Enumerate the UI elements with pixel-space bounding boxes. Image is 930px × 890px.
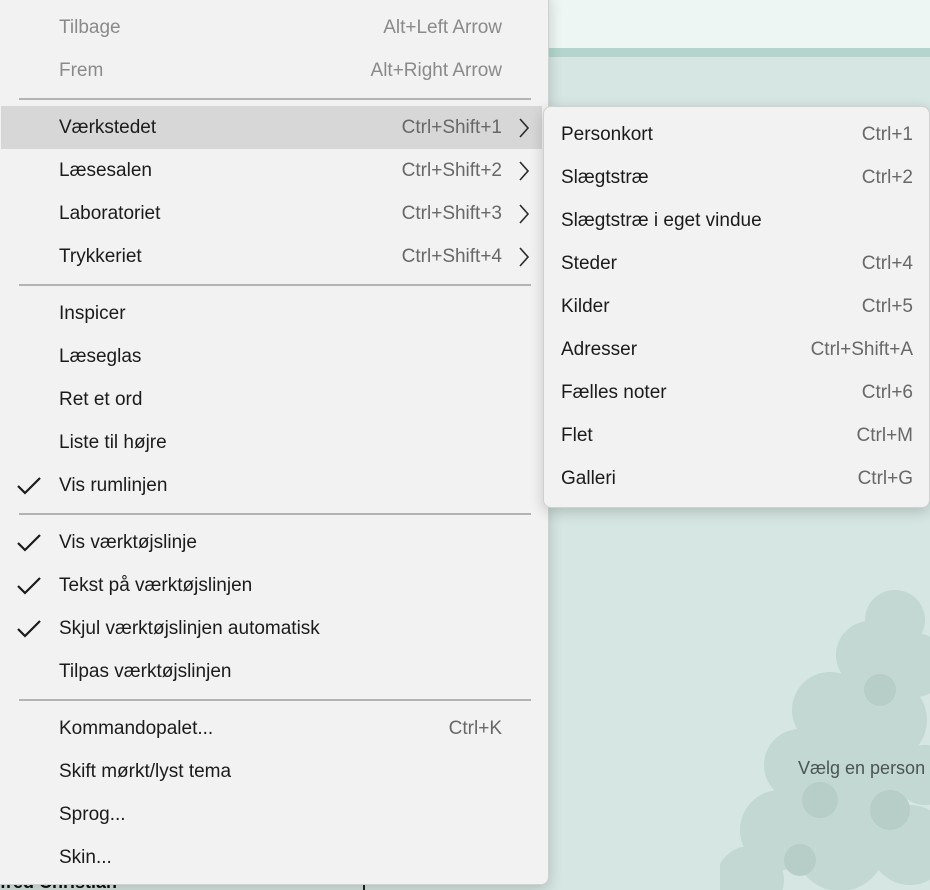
empty-selection-hint: Vælg en person [798,758,926,778]
checkmark-icon [17,477,41,495]
menu-item-label: Galleri [561,467,616,489]
menu-item-show-space-line[interactable]: Vis rumlinjen [1,464,542,507]
menu-item-list-right[interactable]: Liste til højre [1,421,542,464]
chevron-right-icon [519,204,530,224]
menu-item-shortcut: Ctrl+5 [861,295,913,317]
menu-item-label: Ret et ord [59,388,143,410]
menu-item-shortcut: Ctrl+M [856,424,913,446]
menu-item-label: Steder [561,252,617,274]
submenu-item-person-card[interactable]: Personkort Ctrl+1 [545,113,929,156]
menu-item-label: Læsesalen [59,159,152,181]
menu-item-inspect[interactable]: Inspicer [1,292,542,335]
menu-item-label: Inspicer [59,302,126,324]
menu-item-label: Skift mørkt/lyst tema [59,760,232,782]
menu-item-label: Adresser [561,338,638,360]
menu-item-customize-toolbar[interactable]: Tilpas værktøjslinjen [1,650,542,693]
menu-item-toggle-theme[interactable]: Skift mørkt/lyst tema [1,750,542,793]
workshop-submenu: Personkort Ctrl+1 Slægtstræ Ctrl+2 Slægt… [543,106,930,508]
menu-item-shortcut: Ctrl+Shift+1 [401,116,502,138]
menu-item-language[interactable]: Sprog... [1,793,542,836]
chevron-right-icon [519,118,530,138]
menu-item-label: Tilbage [59,16,121,38]
menu-item-shortcut: Ctrl+Shift+2 [401,159,502,181]
menu-item-label: Liste til højre [59,431,167,453]
menu-item-shortcut: Ctrl+Shift+A [810,338,913,360]
checkmark-icon [17,620,41,638]
submenu-item-family-tree[interactable]: Slægtstræ Ctrl+2 [545,156,929,199]
menu-item-workshop[interactable]: Værkstedet Ctrl+Shift+1 [1,106,542,149]
menu-item-label: Tekst på værktøjslinjen [59,574,253,596]
checkmark-icon [17,534,41,552]
menu-item-label: Kilder [561,295,610,317]
submenu-item-merge[interactable]: Flet Ctrl+M [545,414,929,457]
menu-item-autohide-toolbar[interactable]: Skjul værktøjslinjen automatisk [1,607,542,650]
view-menu: Tilbage Alt+Left Arrow Frem Alt+Right Ar… [0,0,549,885]
menu-item-skin[interactable]: Skin... [1,836,542,879]
submenu-item-family-tree-window[interactable]: Slægtstræ i eget vindue [545,199,929,242]
menu-item-label: Skjul værktøjslinjen automatisk [59,617,320,639]
menu-separator [19,98,531,100]
menu-item-shortcut: Ctrl+6 [861,381,913,403]
menu-item-shortcut: Ctrl+Shift+3 [401,202,502,224]
menu-separator [19,513,531,515]
menu-item-label: Slægtstræ i eget vindue [561,209,762,231]
chevron-right-icon [519,161,530,181]
menu-item-label: Flet [561,424,593,446]
menu-item-shortcut: Ctrl+1 [861,123,913,145]
menu-item-back[interactable]: Tilbage Alt+Left Arrow [1,6,542,49]
menu-item-show-toolbar[interactable]: Vis værktøjslinje [1,521,542,564]
submenu-item-shared-notes[interactable]: Fælles noter Ctrl+6 [545,371,929,414]
submenu-item-sources[interactable]: Kilder Ctrl+5 [545,285,929,328]
menu-item-label: Tilpas værktøjslinjen [59,660,232,682]
submenu-item-gallery[interactable]: Galleri Ctrl+G [545,457,929,500]
menu-item-label: Frem [59,59,104,81]
menu-item-toolbar-text[interactable]: Tekst på værktøjslinjen [1,564,542,607]
menu-item-label: Skin... [59,846,112,868]
menu-item-label: Laboratoriet [59,202,161,224]
menu-item-laboratory[interactable]: Laboratoriet Ctrl+Shift+3 [1,192,542,235]
menu-item-label: Læseglas [59,345,142,367]
menu-item-shortcut: Alt+Left Arrow [383,16,502,38]
menu-item-shortcut: Ctrl+2 [861,166,913,188]
menu-separator [19,284,531,286]
menu-item-magnifier[interactable]: Læseglas [1,335,542,378]
menu-item-shortcut: Ctrl+G [857,467,913,489]
submenu-item-addresses[interactable]: Adresser Ctrl+Shift+A [545,328,929,371]
menu-item-label: Vis værktøjslinje [59,531,197,553]
menu-item-label: Fælles noter [561,381,667,403]
menu-item-label: Vis rumlinjen [59,474,168,496]
checkmark-icon [17,577,41,595]
submenu-item-places[interactable]: Steder Ctrl+4 [545,242,929,285]
menu-item-forward[interactable]: Frem Alt+Right Arrow [1,49,542,92]
menu-item-label: Værkstedet [59,116,157,138]
menu-item-shortcut: Alt+Right Arrow [370,59,502,81]
menu-item-shortcut: Ctrl+K [448,717,502,739]
chevron-right-icon [519,247,530,267]
menu-item-shortcut: Ctrl+Shift+4 [401,245,502,267]
menu-item-shortcut: Ctrl+4 [861,252,913,274]
menu-item-reading-room[interactable]: Læsesalen Ctrl+Shift+2 [1,149,542,192]
menu-item-label: Sprog... [59,803,126,825]
menu-item-label: Kommandopalet... [59,717,214,739]
menu-item-correct-word[interactable]: Ret et ord [1,378,542,421]
menu-item-label: Personkort [561,123,653,145]
family-tree-illustration [720,590,930,890]
menu-item-command-palette[interactable]: Kommandopalet... Ctrl+K [1,707,542,750]
menu-separator [19,699,531,701]
menu-item-label: Trykkeriet [59,245,142,267]
menu-item-printshop[interactable]: Trykkeriet Ctrl+Shift+4 [1,235,542,278]
menu-item-label: Slægtstræ [561,166,649,188]
